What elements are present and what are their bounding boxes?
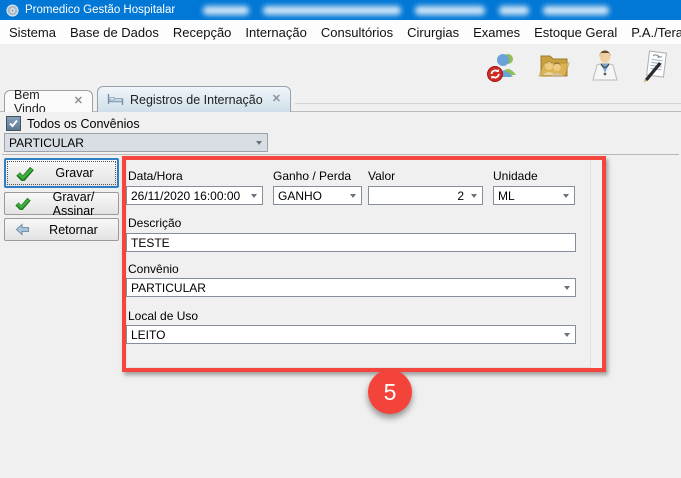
tab-strip-line: [295, 103, 681, 104]
signed-document-icon[interactable]: [637, 47, 675, 85]
todos-convenios-label: Todos os Convênios: [27, 117, 140, 131]
gravar-assinar-label: Gravar/ Assinar: [39, 190, 108, 218]
convenio-filter-value: PARTICULAR: [9, 136, 84, 150]
menu-bar: Sistema Base de Dados Recepção Internaçã…: [0, 20, 681, 44]
group-divider: [2, 154, 679, 155]
menu-estoque-geral[interactable]: Estoque Geral: [527, 25, 624, 40]
gravar-assinar-button[interactable]: Gravar/ Assinar: [4, 192, 119, 215]
window-title: Promedico Gestão Hospitalar: [25, 4, 175, 16]
title-bar: Promedico Gestão Hospitalar: [0, 0, 681, 20]
redacted-text: [543, 6, 609, 15]
menu-cirurgias[interactable]: Cirurgias: [400, 25, 466, 40]
app-logo-icon: [6, 4, 19, 17]
gravar-label: Gravar: [42, 166, 107, 180]
close-icon[interactable]: ✕: [74, 96, 83, 107]
tab-bar: Bem Vindo ✕ Registros de Internação ✕: [0, 86, 681, 112]
retornar-label: Retornar: [39, 223, 108, 237]
redacted-text: [499, 6, 529, 15]
check-icon: [8, 118, 19, 129]
redacted-titlebar-info: [203, 6, 609, 15]
convenio-filter-dropdown[interactable]: PARTICULAR: [4, 133, 268, 152]
gravar-button[interactable]: Gravar: [4, 158, 119, 188]
step-number: 5: [384, 379, 397, 406]
tab-registros-internacao[interactable]: Registros de Internação ✕: [97, 86, 291, 112]
patients-folder-icon[interactable]: [535, 47, 573, 85]
app-window: { "titlebar": { "app_title": "Promedico …: [0, 0, 681, 478]
todos-convenios-checkbox[interactable]: [6, 116, 21, 131]
redacted-text: [203, 6, 249, 15]
step-5-badge: 5: [368, 370, 412, 414]
menu-recepcao[interactable]: Recepção: [166, 25, 239, 40]
todos-convenios-row: Todos os Convênios: [6, 116, 140, 131]
chevron-down-icon: [256, 141, 262, 145]
menu-sistema[interactable]: Sistema: [2, 25, 63, 40]
refresh-patients-icon[interactable]: [484, 47, 522, 85]
hospital-bed-icon: [107, 93, 124, 106]
redacted-text: [263, 6, 401, 15]
retornar-button[interactable]: Retornar: [4, 218, 119, 241]
menu-base-de-dados[interactable]: Base de Dados: [63, 25, 166, 40]
check-icon: [16, 166, 34, 181]
redacted-text: [415, 6, 485, 15]
tab-registros-label: Registros de Internação: [130, 93, 263, 107]
arrow-left-icon: [15, 223, 31, 236]
doctor-icon[interactable]: [586, 47, 624, 85]
menu-consultorios[interactable]: Consultórios: [314, 25, 400, 40]
check-icon: [15, 197, 31, 210]
menu-internacao[interactable]: Internação: [238, 25, 313, 40]
menu-exames[interactable]: Exames: [466, 25, 527, 40]
tab-bem-vindo[interactable]: Bem Vindo ✕: [4, 90, 93, 112]
menu-pa-terapias[interactable]: P.A./Terapias: [624, 25, 681, 40]
highlight-rectangle: [122, 156, 606, 372]
toolbar: [0, 44, 681, 86]
close-icon[interactable]: ✕: [272, 94, 281, 105]
